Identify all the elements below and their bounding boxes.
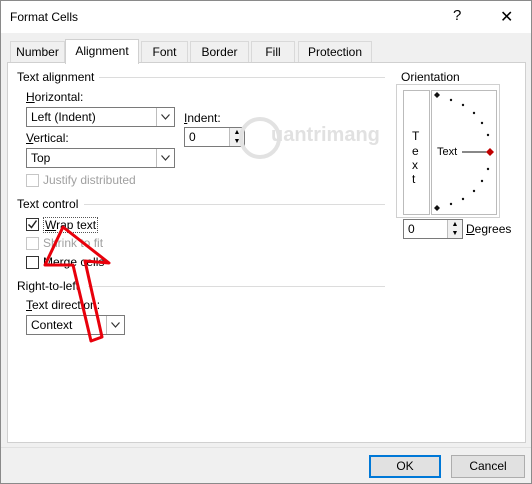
text-alignment-section-label: Text alignment bbox=[17, 70, 95, 84]
close-icon[interactable]: ✕ bbox=[500, 7, 513, 27]
cancel-button[interactable]: Cancel bbox=[451, 455, 525, 478]
tab-number[interactable]: Number bbox=[10, 41, 65, 62]
tab-border[interactable]: Border bbox=[190, 41, 249, 62]
spin-up-icon[interactable]: ▲ bbox=[447, 220, 462, 229]
vertical-value: Top bbox=[31, 151, 51, 165]
annotation-arrow bbox=[43, 225, 111, 343]
indent-stepper[interactable]: 0 ▲ ▼ bbox=[184, 127, 245, 147]
justify-distributed-label: Justify distributed bbox=[43, 173, 136, 187]
vertical-label: Vertical: bbox=[26, 131, 69, 145]
vertical-select[interactable]: Top bbox=[26, 148, 175, 168]
checkmark-icon bbox=[27, 220, 38, 229]
footer-divider bbox=[1, 447, 531, 448]
section-divider bbox=[84, 204, 385, 205]
horizontal-label: Horizontal: bbox=[26, 90, 84, 104]
text-control-section-label: Text control bbox=[17, 197, 79, 211]
merge-cells-checkbox[interactable] bbox=[26, 256, 39, 269]
vertical-text-letter: t bbox=[412, 172, 416, 186]
chevron-down-icon[interactable] bbox=[156, 108, 174, 126]
chevron-down-icon[interactable] bbox=[156, 149, 174, 167]
horizontal-value: Left (Indent) bbox=[31, 110, 96, 124]
vertical-text-letter: e bbox=[412, 144, 419, 158]
dialog-title: Format Cells bbox=[10, 10, 79, 24]
vertical-text-button[interactable]: T e x t bbox=[403, 90, 430, 215]
wrap-text-checkbox[interactable] bbox=[26, 218, 39, 231]
spin-down-icon[interactable]: ▼ bbox=[447, 229, 462, 238]
title-bar: Format Cells ? ✕ bbox=[1, 1, 531, 33]
format-cells-dialog: Format Cells ? ✕ Number Alignment Font B… bbox=[0, 0, 532, 484]
vertical-text-letter: x bbox=[412, 158, 418, 172]
shrink-to-fit-checkbox[interactable] bbox=[26, 237, 39, 250]
indent-value: 0 bbox=[189, 130, 196, 144]
degrees-label: Degrees bbox=[466, 222, 512, 236]
degrees-value: 0 bbox=[408, 222, 415, 236]
section-divider bbox=[88, 286, 385, 287]
section-divider bbox=[99, 77, 385, 78]
ok-button[interactable]: OK bbox=[369, 455, 441, 478]
horizontal-select[interactable]: Left (Indent) bbox=[26, 107, 175, 127]
degrees-stepper[interactable]: 0 ▲ ▼ bbox=[403, 219, 463, 239]
help-icon[interactable]: ? bbox=[453, 7, 461, 24]
tab-fill[interactable]: Fill bbox=[251, 41, 295, 62]
tab-protection[interactable]: Protection bbox=[298, 41, 372, 62]
justify-distributed-checkbox[interactable] bbox=[26, 174, 39, 187]
orientation-dial[interactable]: Text bbox=[431, 90, 497, 215]
watermark-text: uantrimang bbox=[271, 124, 380, 146]
tab-font[interactable]: Font bbox=[141, 41, 188, 62]
orientation-section-label: Orientation bbox=[401, 70, 460, 84]
vertical-text-letter: T bbox=[412, 129, 420, 143]
indent-label: Indent: bbox=[184, 111, 221, 125]
tab-alignment[interactable]: Alignment bbox=[65, 39, 139, 64]
dial-text-label: Text bbox=[437, 146, 458, 158]
